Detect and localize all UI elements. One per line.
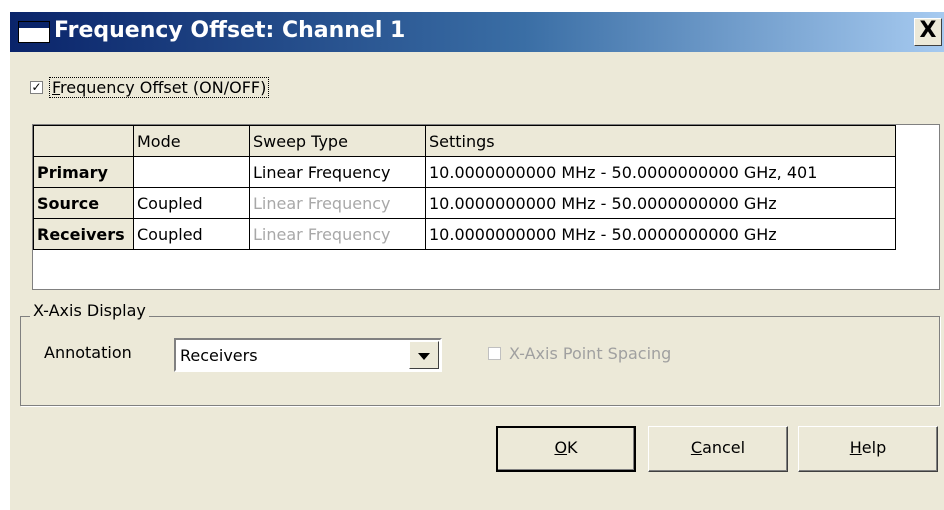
- header-settings: Settings: [425, 125, 896, 157]
- cell-mode[interactable]: [133, 156, 250, 188]
- window-icon: [18, 21, 50, 43]
- annotation-select[interactable]: Receivers: [174, 338, 442, 372]
- help-label: elp: [861, 438, 887, 457]
- ok-button[interactable]: OK: [496, 426, 636, 472]
- table-header-row: Mode Sweep Type Settings: [33, 125, 896, 157]
- cell-settings[interactable]: 10.0000000000 MHz - 50.0000000000 GHz, 4…: [425, 156, 896, 188]
- title-bar[interactable]: Frequency Offset: Channel 1 X: [10, 12, 944, 52]
- header-sweep-type: Sweep Type: [249, 125, 426, 157]
- table-row-source[interactable]: Source Coupled Linear Frequency 10.00000…: [33, 187, 896, 219]
- cell-settings[interactable]: 10.0000000000 MHz - 50.0000000000 GHz: [425, 187, 896, 219]
- cancel-label: ancel: [702, 438, 746, 457]
- cell-sweep-type: Linear Frequency: [249, 187, 426, 219]
- row-name: Primary: [33, 156, 134, 188]
- cell-settings[interactable]: 10.0000000000 MHz - 50.0000000000 GHz: [425, 218, 896, 250]
- sweep-table[interactable]: Mode Sweep Type Settings Primary Linear …: [32, 124, 940, 290]
- sweep-grid: Mode Sweep Type Settings Primary Linear …: [33, 125, 896, 250]
- x-axis-display-group: [20, 316, 940, 406]
- frequency-offset-toggle[interactable]: ✓ Frequency Offset (ON/OFF): [30, 72, 270, 102]
- header-corner: [33, 125, 134, 157]
- close-button[interactable]: X: [914, 18, 942, 46]
- ok-label: K: [567, 438, 578, 457]
- dialog-title: Frequency Offset: Channel 1: [54, 18, 406, 43]
- annotation-select-value: Receivers: [180, 346, 258, 365]
- cell-mode[interactable]: Coupled: [133, 218, 250, 250]
- table-row-primary[interactable]: Primary Linear Frequency 10.0000000000 M…: [33, 156, 896, 188]
- ok-accel: O: [554, 438, 568, 457]
- chevron-down-icon[interactable]: [409, 341, 439, 369]
- table-row-receivers[interactable]: Receivers Coupled Linear Frequency 10.00…: [33, 218, 896, 250]
- cancel-accel: C: [690, 438, 703, 457]
- cancel-button[interactable]: Cancel: [648, 426, 788, 472]
- row-name: Source: [33, 187, 134, 219]
- header-mode: Mode: [133, 125, 250, 157]
- x-axis-point-spacing-label: X-Axis Point Spacing: [509, 344, 672, 363]
- x-axis-display-title: X-Axis Display: [30, 301, 149, 320]
- frequency-offset-accel: F: [52, 77, 61, 97]
- x-axis-point-spacing-checkbox: [488, 347, 501, 360]
- help-accel: H: [849, 438, 862, 457]
- row-name: Receivers: [33, 218, 134, 250]
- annotation-label: Annotation: [44, 343, 132, 362]
- cell-sweep-type[interactable]: Linear Frequency: [249, 156, 426, 188]
- frequency-offset-checkbox[interactable]: ✓: [30, 80, 43, 94]
- help-button[interactable]: Help: [798, 426, 938, 472]
- frequency-offset-label[interactable]: Frequency Offset (ON/OFF): [49, 76, 270, 98]
- cell-mode[interactable]: Coupled: [133, 187, 250, 219]
- frequency-offset-label-text: requency Offset (ON/OFF): [60, 77, 267, 97]
- x-axis-point-spacing-toggle: X-Axis Point Spacing: [488, 344, 673, 363]
- cell-sweep-type: Linear Frequency: [249, 218, 426, 250]
- frequency-offset-dialog: Frequency Offset: Channel 1 X ✓ Frequenc…: [10, 12, 944, 510]
